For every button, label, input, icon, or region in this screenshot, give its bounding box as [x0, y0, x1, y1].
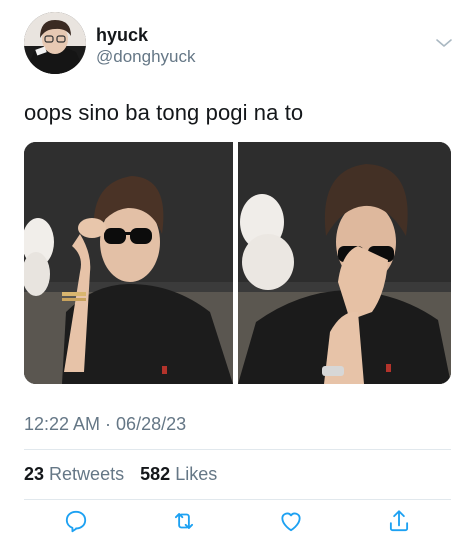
user-handle[interactable]: @donghyuck [96, 47, 196, 67]
tweet-stats: 23 Retweets 582 Likes [24, 464, 217, 485]
reply-icon[interactable] [63, 508, 89, 534]
display-name[interactable]: hyuck [96, 25, 148, 46]
share-icon[interactable] [386, 508, 412, 534]
tweet-timestamp[interactable]: 12:22 AM · 06/28/23 [24, 414, 186, 435]
tweet-media [24, 142, 451, 384]
tweet-photo-2[interactable] [238, 142, 451, 384]
avatar[interactable] [24, 12, 86, 74]
retweets-count[interactable]: 23 [24, 464, 44, 484]
tweet-card: hyuck @donghyuck oops sino ba tong pogi … [0, 0, 474, 550]
tweet-photo-1[interactable] [24, 142, 233, 384]
retweet-icon[interactable] [171, 508, 197, 534]
tweet-actions [0, 508, 474, 540]
likes-label[interactable]: Likes [175, 464, 217, 484]
heart-icon[interactable] [278, 508, 304, 534]
retweets-label[interactable]: Retweets [49, 464, 124, 484]
divider [24, 499, 451, 500]
divider [24, 449, 451, 450]
tweet-text: oops sino ba tong pogi na to [24, 100, 304, 125]
chevron-down-icon[interactable] [434, 36, 454, 50]
likes-count[interactable]: 582 [140, 464, 170, 484]
avatar-image [24, 12, 86, 74]
